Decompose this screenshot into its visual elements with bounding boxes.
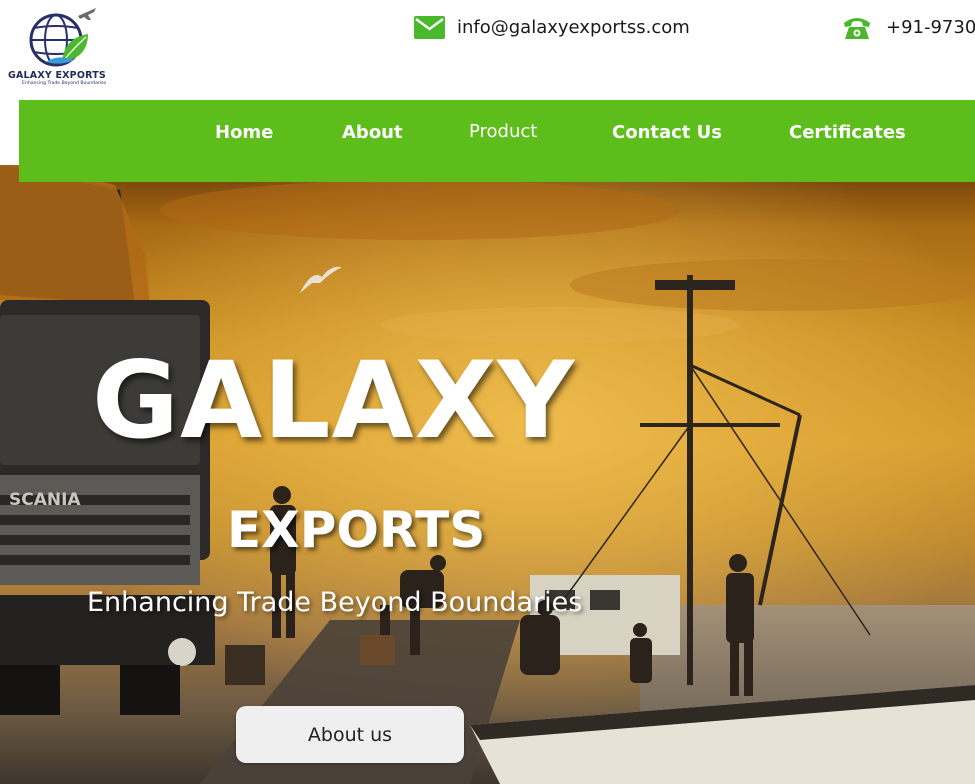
contact-phone[interactable]: +91-97307 (842, 13, 975, 41)
main-navigation: Home About Product Contact Us Certificat… (19, 100, 975, 182)
nav-product[interactable]: Product (469, 121, 537, 142)
phone-link[interactable]: +91-97307 (886, 17, 975, 38)
mail-icon (414, 15, 445, 39)
hero-banner: SCANIA GALAXY EXPORTS Enhancing Trade Be… (0, 165, 975, 784)
hero-background-image: SCANIA (0, 165, 975, 784)
nav-contact-us[interactable]: Contact Us (612, 122, 722, 143)
logo-tagline: Enhancing Trade Beyond Boundaries (22, 81, 107, 86)
nav-about[interactable]: About (342, 122, 403, 143)
hero-title: GALAXY (92, 339, 576, 462)
scania-badge: SCANIA (9, 490, 81, 510)
hero-tagline: Enhancing Trade Beyond Boundaries (87, 587, 583, 618)
contact-email[interactable]: info@galaxyexportss.com (414, 14, 690, 40)
top-bar: GALAXY EXPORTS Enhancing Trade Beyond Bo… (0, 0, 975, 100)
phone-icon (844, 18, 870, 39)
email-link[interactable]: info@galaxyexportss.com (457, 17, 690, 38)
globe-leaf-plane-icon (29, 8, 96, 67)
nav-home[interactable]: Home (215, 122, 273, 143)
logo[interactable]: GALAXY EXPORTS Enhancing Trade Beyond Bo… (6, 4, 118, 90)
logo-wordmark: GALAXY EXPORTS (8, 70, 106, 81)
hero-subtitle: EXPORTS (227, 501, 486, 559)
about-us-button[interactable]: About us (236, 706, 464, 763)
nav-certificates[interactable]: Certificates (789, 122, 906, 143)
